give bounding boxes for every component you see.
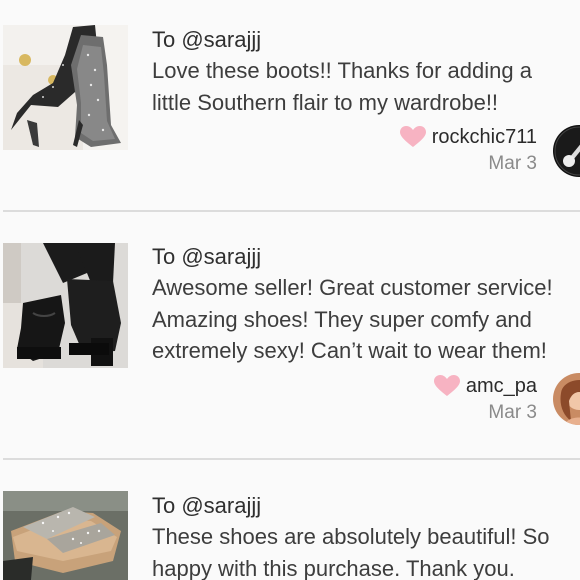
review-text: Love these boots!! Thanks for adding a l… [152,58,532,115]
reviewer-avatar[interactable] [553,373,580,425]
reviewer-username[interactable]: rockchic711 [432,126,537,149]
review-recipient[interactable]: To @sarajjj [152,244,261,270]
product-thumbnail[interactable] [3,25,128,150]
black-platform-heels-photo [3,243,128,368]
product-thumbnail[interactable] [3,491,128,580]
reviewer-avatar[interactable] [553,125,580,177]
reviews-feed: To @sarajjj Love these boots!! Thanks fo… [0,0,580,580]
reviewer-username[interactable]: amc_pa [466,375,537,398]
review-text: Awesome seller! Great customer service! … [152,275,553,363]
guitar-avatar [553,125,580,177]
review-date: Mar 3 [488,153,537,174]
review-text: These shoes are absolutely beautiful! So… [152,524,550,580]
heart-icon [399,126,426,147]
heart-icon [433,375,460,396]
divider [3,210,580,212]
product-thumbnail[interactable] [3,243,128,368]
review-recipient[interactable]: To @sarajjj [152,27,261,53]
review-date: Mar 3 [488,402,537,423]
review-recipient[interactable]: To @sarajjj [152,493,261,519]
review-meta: amc_pa Mar 3 [433,373,537,424]
rhinestone-knee-boots-photo [3,25,128,150]
user-photo-avatar [553,373,580,425]
divider [3,458,580,460]
glitter-sandals-photo [3,491,128,580]
review-meta: rockchic711 Mar 3 [399,124,537,175]
